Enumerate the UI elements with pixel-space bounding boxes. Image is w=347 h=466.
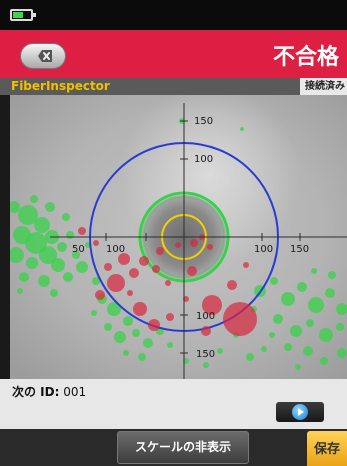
bottom-toolbar: スケールの非表示 保存 [0, 429, 347, 466]
scale-label-y-150-top: 150 [194, 116, 213, 127]
scale-label-y-150-bottom: 150 [196, 349, 215, 360]
status-bar [0, 0, 347, 30]
scale-label-y-100-bottom: 100 [196, 311, 215, 322]
back-x-icon [38, 50, 52, 62]
fiber-endface-image: 150 100 50 100 100 150 100 150 [10, 95, 347, 379]
next-id-label: 次の ID: [12, 385, 60, 399]
info-bar: FiberInspector 接続済み [0, 78, 347, 95]
hide-scale-button[interactable]: スケールの非表示 [117, 431, 249, 464]
result-status: 不合格 [272, 45, 339, 70]
next-id-value: 001 [63, 385, 87, 399]
app-name: FiberInspector [11, 79, 110, 93]
fiber-inspector-screen: 不合格 FiberInspector 接続済み 150 100 50 100 1… [0, 0, 347, 466]
scale-label-y-100-top: 100 [194, 154, 213, 165]
connection-status: 接続済み [300, 78, 347, 95]
save-button[interactable]: 保存 [307, 431, 347, 466]
scale-label-x-150-right: 150 [290, 244, 309, 255]
title-bar: 不合格 [0, 30, 347, 78]
play-button[interactable] [276, 402, 324, 422]
back-button[interactable] [20, 43, 66, 69]
next-id-panel: 次の ID: 001 [0, 379, 347, 429]
scale-label-x-50-left: 50 [72, 244, 85, 255]
scale-label-x-100-right: 100 [254, 244, 273, 255]
next-id: 次の ID: 001 [12, 383, 86, 400]
battery-icon [10, 9, 36, 21]
scale-label-x-100-left: 100 [106, 244, 125, 255]
